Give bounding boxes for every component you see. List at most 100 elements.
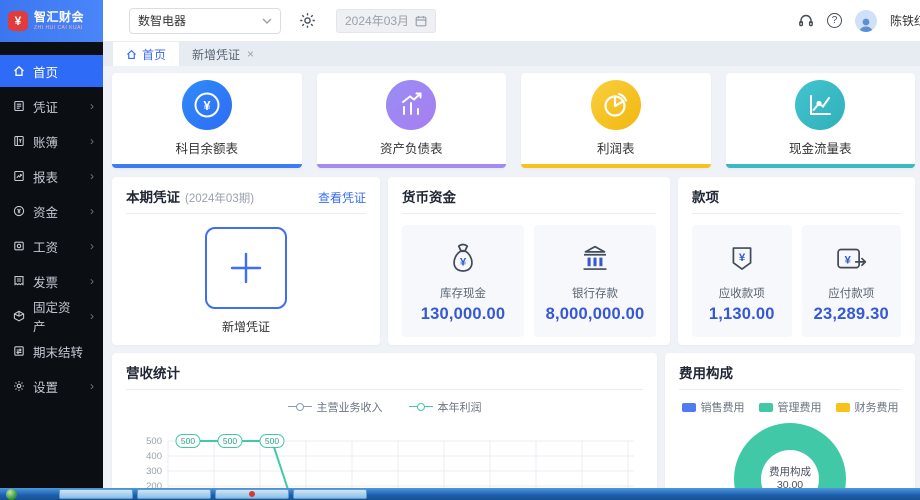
taskbar-app-button[interactable] bbox=[59, 489, 133, 499]
sidebar-item-funds[interactable]: 资金 › bbox=[0, 195, 103, 227]
chevron-right-icon: › bbox=[90, 169, 94, 183]
gear-icon[interactable] bbox=[299, 12, 316, 29]
funds-icon bbox=[13, 205, 25, 217]
payments-panel: 款项 ¥ 应收款项 1,130.00 ¥ 应付款项 23,289.30 bbox=[678, 177, 915, 345]
card-profit[interactable]: 利润表 bbox=[521, 73, 711, 168]
yuan-circle-icon: ¥ bbox=[181, 80, 232, 130]
legend-swatch-icon bbox=[681, 402, 696, 412]
sidebar-item-ledger[interactable]: 账簿 › bbox=[0, 125, 103, 157]
home-icon bbox=[13, 65, 25, 77]
close-icon[interactable]: × bbox=[247, 47, 254, 61]
pie-chart-icon bbox=[590, 80, 641, 130]
app-title: 智汇财会 bbox=[34, 10, 85, 25]
closing-icon bbox=[13, 345, 25, 357]
current-voucher-panel: 本期凭证 (2024年03期) 查看凭证 新增凭证 bbox=[112, 177, 380, 345]
report-icon bbox=[13, 170, 25, 182]
legend-swatch-icon bbox=[835, 402, 850, 412]
period-value: 2024年03月 bbox=[345, 14, 410, 28]
chevron-right-icon: › bbox=[90, 309, 94, 323]
avatar[interactable] bbox=[855, 9, 877, 32]
topbar: 数智电器 2024年03月 ? 陈铁 bbox=[103, 0, 920, 42]
windows-taskbar[interactable] bbox=[0, 488, 920, 500]
gear-icon bbox=[13, 380, 25, 392]
taskbar-app-button[interactable] bbox=[137, 489, 211, 499]
username[interactable]: 陈铁红 bbox=[890, 12, 920, 29]
taskbar-app-button[interactable] bbox=[215, 489, 289, 499]
headset-icon[interactable] bbox=[798, 13, 814, 28]
svg-text:500: 500 bbox=[223, 436, 237, 446]
charts-row: 营收统计 主营业务收入 本年利润 500 400 300 200 500 500… bbox=[112, 353, 915, 500]
app-subtitle: ZHI HUI CAI KUAI bbox=[34, 24, 83, 31]
sidebar-item-fixed-assets[interactable]: 固定资产 › bbox=[0, 300, 103, 334]
chevron-right-icon: › bbox=[90, 99, 94, 113]
panel-title: 货币资金 bbox=[402, 190, 456, 205]
sidebar-item-report[interactable]: 报表 › bbox=[0, 160, 103, 192]
card-label: 利润表 bbox=[596, 142, 635, 156]
company-selector-value: 数智电器 bbox=[138, 14, 187, 28]
legend-year-profit[interactable]: 本年利润 bbox=[408, 399, 482, 415]
sidebar-item-settings[interactable]: 设置 › bbox=[0, 370, 103, 402]
voucher-icon bbox=[13, 100, 25, 112]
svg-text:500: 500 bbox=[265, 436, 279, 446]
app-window: ¥ 智汇财会 ZHI HUI CAI KUAI 数智电器 2024年03月 ? … bbox=[0, 0, 920, 500]
legend-finance-expense[interactable]: 财务费用 bbox=[835, 399, 899, 415]
monetary-funds-panel: 货币资金 ¥ 库存现金 130,000.00 银行存款 8,000,000.00 bbox=[388, 177, 670, 345]
svg-text:500: 500 bbox=[146, 436, 162, 447]
tab-home-label: 首页 bbox=[142, 47, 167, 62]
receivable-stat: ¥ 应收款项 1,130.00 bbox=[692, 225, 792, 337]
tab-new-voucher[interactable]: 新增凭证 × bbox=[179, 42, 267, 66]
ledger-icon bbox=[13, 135, 25, 147]
donut-center-label: 费用构成 bbox=[769, 465, 811, 478]
taskbar-app-button[interactable] bbox=[293, 489, 367, 499]
help-icon[interactable]: ? bbox=[827, 13, 842, 28]
sidebar-item-salary[interactable]: 工资 › bbox=[0, 230, 103, 262]
card-subject-balance[interactable]: ¥ 科目余额表 bbox=[112, 73, 302, 168]
card-label: 现金流量表 bbox=[788, 142, 852, 156]
chevron-right-icon: › bbox=[90, 204, 94, 218]
company-selector[interactable]: 数智电器 bbox=[129, 7, 281, 34]
panel-title: 本期凭证 bbox=[126, 190, 180, 205]
legend-admin-expense[interactable]: 管理费用 bbox=[758, 399, 822, 415]
period-picker[interactable]: 2024年03月 bbox=[336, 8, 437, 33]
card-balance-sheet[interactable]: 资产负债表 bbox=[316, 73, 506, 168]
line-chart-legend: 主营业务收入 本年利润 bbox=[126, 399, 643, 415]
panel-title: 营收统计 bbox=[126, 366, 180, 381]
sidebar-item-home[interactable]: 首页 bbox=[0, 55, 103, 87]
app-icon bbox=[249, 491, 255, 497]
svg-text:¥: ¥ bbox=[203, 98, 211, 113]
pie-legend: 销售费用 管理费用 财务费用 bbox=[679, 399, 901, 415]
stat-amount: 1,130.00 bbox=[708, 304, 775, 323]
add-voucher-button[interactable] bbox=[205, 227, 287, 309]
stat-amount: 8,000,000.00 bbox=[545, 304, 645, 323]
svg-text:¥: ¥ bbox=[845, 254, 852, 266]
chevron-right-icon: › bbox=[90, 274, 94, 288]
svg-text:300: 300 bbox=[146, 466, 162, 477]
svg-text:¥: ¥ bbox=[460, 256, 467, 268]
svg-text:¥: ¥ bbox=[739, 251, 746, 263]
start-button-icon[interactable] bbox=[6, 488, 17, 500]
report-cards: ¥ 科目余额表 资产负债表 利润表 现金流量表 bbox=[112, 73, 915, 168]
card-label: 资产负债表 bbox=[379, 142, 443, 156]
cash-stat: ¥ 库存现金 130,000.00 bbox=[402, 225, 524, 337]
invoice-icon bbox=[13, 275, 25, 287]
money-bag-icon: ¥ bbox=[442, 239, 484, 281]
legend-main-revenue[interactable]: 主营业务收入 bbox=[287, 399, 383, 415]
main-content: ¥ 科目余额表 资产负债表 利润表 现金流量表 本期凭证 (2024年03期) … bbox=[103, 66, 920, 500]
stat-label: 应付款项 bbox=[828, 287, 875, 300]
sidebar-item-period-closing[interactable]: 期末结转 bbox=[0, 335, 103, 367]
view-vouchers-link[interactable]: 查看凭证 bbox=[318, 189, 366, 206]
expense-composition-panel: 费用构成 销售费用 管理费用 财务费用 费用构成 30.00 bbox=[665, 353, 915, 500]
sidebar-item-invoice[interactable]: 发票 › bbox=[0, 265, 103, 297]
logo-icon: ¥ bbox=[8, 11, 28, 31]
summary-row: 本期凭证 (2024年03期) 查看凭证 新增凭证 货币资金 ¥ 库存现金 13… bbox=[112, 177, 915, 345]
sidebar-item-voucher[interactable]: 凭证 › bbox=[0, 90, 103, 122]
chevron-right-icon: › bbox=[90, 134, 94, 148]
legend-selling-expense[interactable]: 销售费用 bbox=[681, 399, 745, 415]
payable-arrow-icon: ¥ bbox=[830, 239, 872, 281]
bar-chart-icon bbox=[386, 80, 437, 130]
tab-home[interactable]: 首页 bbox=[113, 42, 180, 66]
line-marker-icon bbox=[408, 403, 433, 411]
panel-period: (2024年03期) bbox=[185, 193, 255, 205]
home-icon bbox=[126, 49, 137, 60]
card-cashflow[interactable]: 现金流量表 bbox=[725, 73, 915, 168]
